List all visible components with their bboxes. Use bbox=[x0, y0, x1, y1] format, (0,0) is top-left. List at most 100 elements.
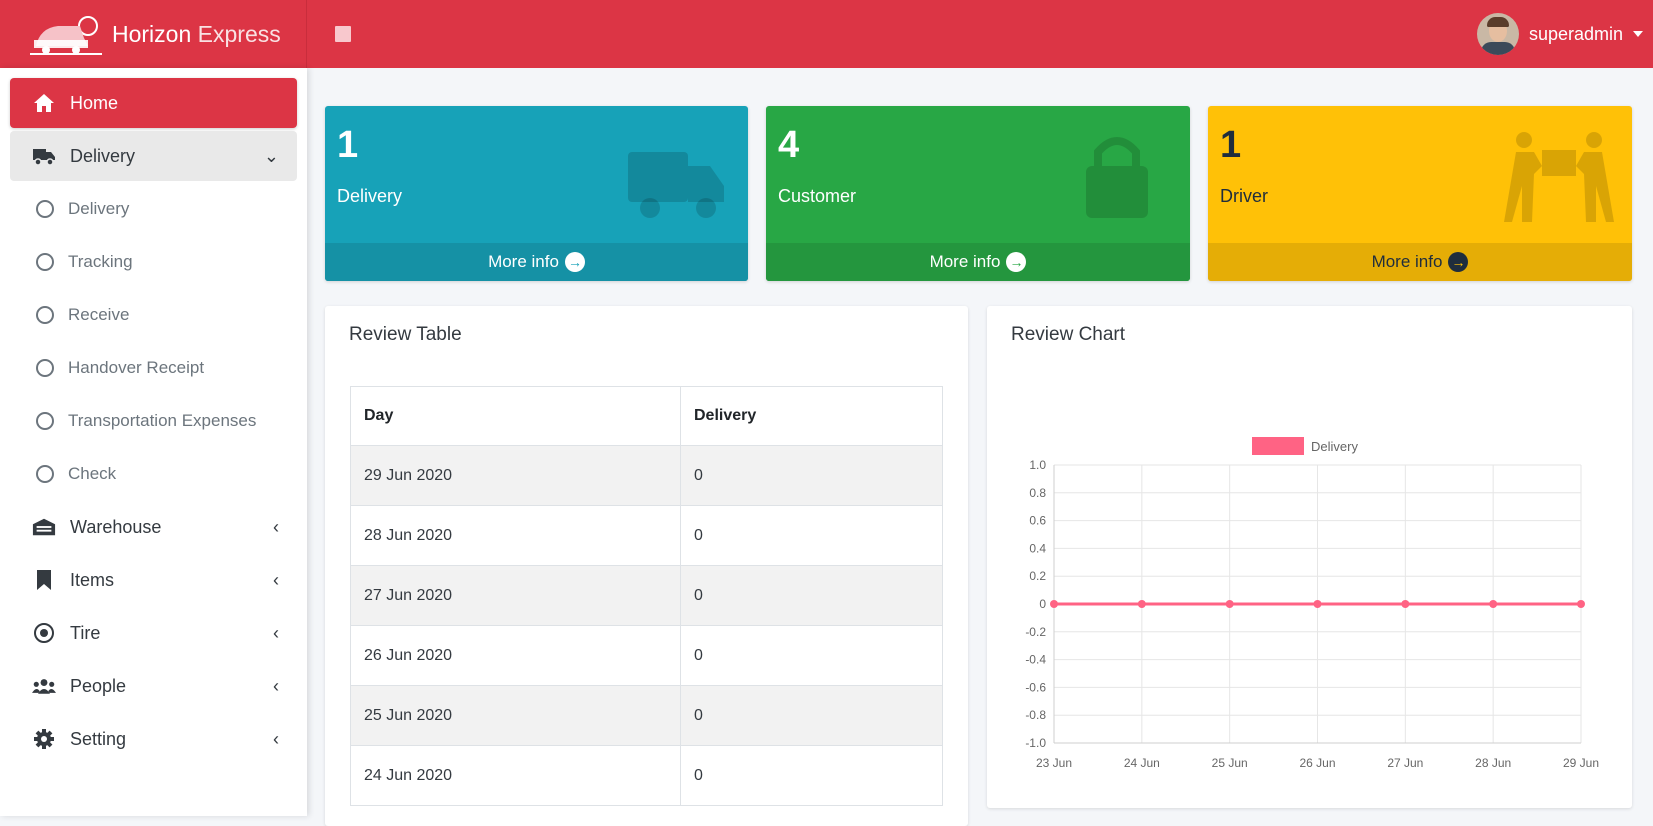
more-info-link[interactable]: More info → bbox=[1208, 243, 1632, 281]
more-info-link[interactable]: More info → bbox=[766, 243, 1190, 281]
y-tick-label: 0.4 bbox=[1029, 541, 1046, 555]
sidebar-item-people[interactable]: People ‹ bbox=[10, 661, 297, 711]
customer-stat-card: 4 Customer More info → bbox=[766, 106, 1190, 281]
x-tick-label: 26 Jun bbox=[1299, 756, 1335, 770]
submenu-label: Tracking bbox=[68, 252, 133, 271]
table-row: 27 Jun 2020 0 bbox=[350, 565, 943, 626]
stat-value: 1 bbox=[1220, 124, 1242, 166]
driver-stat-card: 1 Driver More info → bbox=[1208, 106, 1632, 281]
circle-icon bbox=[36, 306, 54, 324]
user-menu[interactable]: superadmin bbox=[1476, 8, 1643, 60]
avatar bbox=[1476, 13, 1519, 55]
review-chart-panel: Review Chart 1.0 0.8 0.6 0.4 0.2 0 -0.2 -0.4 -0.… bbox=[987, 306, 1632, 808]
sidebar-item-label: People bbox=[70, 675, 127, 696]
data-point bbox=[1313, 600, 1322, 608]
x-tick-label: 28 Jun bbox=[1475, 756, 1511, 770]
cell-day: 26 Jun 2020 bbox=[350, 625, 681, 686]
chevron-left-icon: ‹ bbox=[273, 728, 279, 749]
table-row: 25 Jun 2020 0 bbox=[350, 685, 943, 746]
chevron-left-icon: ‹ bbox=[273, 569, 279, 590]
caret-down-icon bbox=[1633, 31, 1643, 37]
table-row: 24 Jun 2020 0 bbox=[350, 745, 943, 806]
sidebar-item-warehouse[interactable]: Warehouse ‹ bbox=[10, 502, 297, 552]
y-tick-label: -0.2 bbox=[1025, 625, 1046, 639]
submenu-label: Transportation Expenses bbox=[68, 411, 257, 430]
circle-icon bbox=[36, 412, 54, 430]
submenu-item-check[interactable]: Check bbox=[10, 449, 297, 499]
y-tick-label: 1.0 bbox=[1029, 458, 1046, 472]
brand[interactable]: Horizon Express bbox=[0, 0, 307, 68]
x-tick-label: 24 Jun bbox=[1124, 756, 1160, 770]
sidebar-item-items[interactable]: Items ‹ bbox=[10, 555, 297, 605]
cell-delivery: 0 bbox=[680, 445, 943, 506]
y-tick-label: 0.6 bbox=[1029, 514, 1046, 528]
submenu-item-delivery[interactable]: Delivery bbox=[10, 184, 297, 234]
menu-toggle-icon[interactable] bbox=[335, 26, 351, 42]
y-tick-label: -1.0 bbox=[1025, 736, 1046, 750]
panel-title: Review Table bbox=[349, 324, 462, 345]
stat-label: Delivery bbox=[337, 186, 403, 206]
sidebar: Home Delivery ⌄ Delivery Tracking Receiv… bbox=[0, 68, 307, 816]
cell-delivery: 0 bbox=[680, 565, 943, 626]
y-tick-label: 0.2 bbox=[1029, 569, 1046, 583]
y-tick-label: -0.6 bbox=[1025, 680, 1046, 694]
sidebar-item-label: Delivery bbox=[70, 145, 136, 166]
x-tick-label: 27 Jun bbox=[1387, 756, 1423, 770]
users-icon bbox=[32, 674, 56, 698]
legend-label: Delivery bbox=[1311, 439, 1358, 454]
more-info-label: More info bbox=[488, 252, 559, 271]
brand-name-first: Horizon bbox=[112, 20, 198, 47]
more-info-label: More info bbox=[1371, 252, 1443, 271]
people-carry-icon bbox=[1504, 132, 1614, 222]
circle-icon bbox=[36, 253, 54, 271]
chevron-left-icon: ‹ bbox=[273, 516, 279, 537]
sidebar-item-tire[interactable]: Tire ‹ bbox=[10, 608, 297, 658]
table-row: 26 Jun 2020 0 bbox=[350, 625, 943, 686]
table-row: 28 Jun 2020 0 bbox=[350, 505, 943, 566]
shopping-bag-icon bbox=[1086, 137, 1148, 218]
submenu-item-transportation-expenses[interactable]: Transportation Expenses bbox=[10, 396, 297, 446]
tire-icon bbox=[32, 621, 56, 645]
x-tick-label: 25 Jun bbox=[1212, 756, 1248, 770]
stat-label: Customer bbox=[778, 186, 857, 206]
stat-value: 4 bbox=[778, 124, 800, 166]
x-tick-label: 23 Jun bbox=[1036, 756, 1072, 770]
submenu-label: Delivery bbox=[68, 199, 130, 218]
cell-delivery: 0 bbox=[680, 505, 943, 566]
sidebar-item-setting[interactable]: Setting ‹ bbox=[10, 714, 297, 764]
circle-icon bbox=[36, 359, 54, 377]
data-point bbox=[1401, 600, 1410, 608]
cell-delivery: 0 bbox=[680, 685, 943, 746]
y-tick-label: 0.8 bbox=[1029, 486, 1046, 500]
arrow-circle-right-icon: → bbox=[564, 252, 585, 272]
sidebar-item-label: Items bbox=[70, 569, 115, 590]
review-line-chart: 1.0 0.8 0.6 0.4 0.2 0 -0.2 -0.4 -0.6 -0.8 -1.0 23 J… bbox=[1025, 437, 1599, 770]
sidebar-item-label: Warehouse bbox=[70, 516, 162, 537]
submenu-label: Receive bbox=[68, 305, 130, 324]
sidebar-item-delivery[interactable]: Delivery ⌄ bbox=[10, 131, 297, 181]
submenu-item-tracking[interactable]: Tracking bbox=[10, 237, 297, 287]
gear-icon bbox=[32, 727, 56, 751]
submenu-label: Check bbox=[68, 464, 117, 483]
sidebar-item-home[interactable]: Home bbox=[10, 78, 297, 128]
home-icon bbox=[32, 91, 56, 115]
arrow-circle-right-icon: → bbox=[1006, 252, 1027, 272]
y-tick-label: 0 bbox=[1039, 597, 1046, 611]
sidebar-item-label: Home bbox=[70, 92, 119, 113]
brand-name-second: Express bbox=[197, 20, 281, 47]
review-table-panel: Review Table Day Delivery 29 Jun 2020 0 2… bbox=[325, 306, 968, 826]
cell-day: 28 Jun 2020 bbox=[350, 505, 681, 566]
table-row: 29 Jun 2020 0 bbox=[350, 445, 943, 506]
stat-label: Driver bbox=[1220, 186, 1268, 206]
sidebar-item-label: Setting bbox=[70, 728, 127, 749]
more-info-link[interactable]: More info → bbox=[325, 243, 748, 281]
sidebar-item-label: Tire bbox=[70, 622, 101, 643]
warehouse-icon bbox=[32, 515, 56, 539]
cell-day: 25 Jun 2020 bbox=[350, 685, 681, 746]
x-tick-label: 29 Jun bbox=[1563, 756, 1599, 770]
arrow-circle-right-icon: → bbox=[1448, 252, 1469, 272]
circle-icon bbox=[36, 465, 54, 483]
column-header: Delivery bbox=[680, 386, 943, 446]
submenu-item-receive[interactable]: Receive bbox=[10, 290, 297, 340]
submenu-item-handover-receipt[interactable]: Handover Receipt bbox=[10, 343, 297, 393]
